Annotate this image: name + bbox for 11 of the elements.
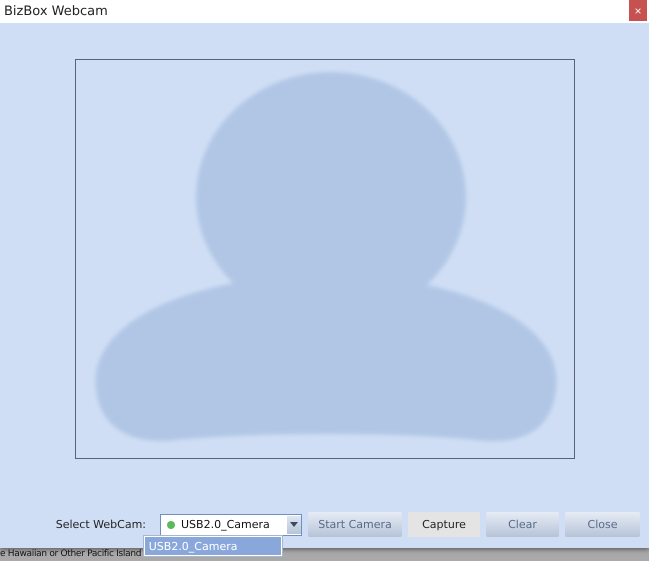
caret-icon (290, 522, 298, 527)
window-title: BizBox Webcam (4, 4, 108, 19)
dropdown-option[interactable]: USB2.0_Camera (144, 537, 281, 555)
close-button[interactable]: × (629, 0, 647, 21)
action-button[interactable]: Close (565, 512, 640, 537)
webcam-dropdown[interactable]: USB2.0_Camera (160, 514, 302, 536)
action-button[interactable]: Capture (408, 512, 480, 537)
action-button[interactable]: Start Camera (308, 512, 402, 537)
action-button[interactable]: Clear (486, 512, 559, 537)
background-text: e Hawaiian or Other Pacific Island (0, 549, 142, 559)
webcam-label: Select WebCam: (56, 518, 146, 531)
